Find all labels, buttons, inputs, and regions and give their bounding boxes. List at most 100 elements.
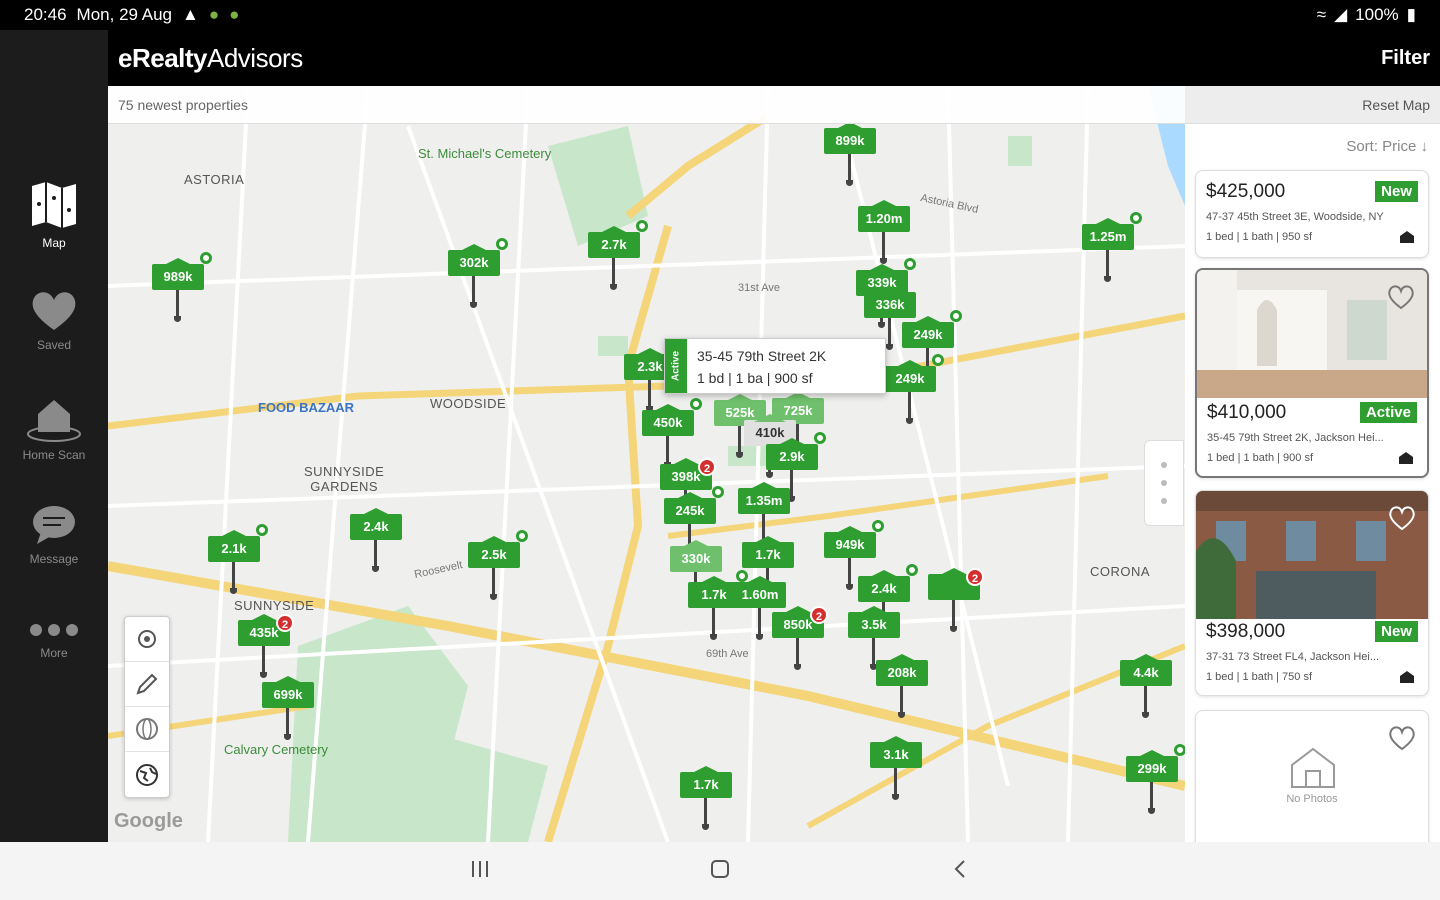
- listing-status: Active: [1359, 402, 1417, 423]
- sidebar-item-label: More: [40, 646, 68, 660]
- app-header: eRealtyAdvisors Filter: [108, 30, 1440, 86]
- map-label-cemetery: St. Michael's Cemetery: [418, 146, 552, 161]
- heart-outline-icon[interactable]: [1388, 725, 1416, 751]
- map-label-woodside: WOODSIDE: [430, 396, 507, 411]
- map-pin[interactable]: 302k: [448, 238, 508, 310]
- home-scan-icon: [27, 400, 81, 442]
- map-label-69th-ave: 69th Ave: [706, 648, 749, 660]
- back-chevron-icon: [954, 859, 965, 878]
- app-logo: eRealtyAdvisors: [118, 42, 303, 73]
- draw-button[interactable]: [125, 662, 169, 707]
- warning-icon: ▲: [182, 5, 199, 24]
- battery-text: 100%: [1355, 5, 1399, 24]
- map-label-calvary: Calvary Cemetery: [224, 742, 329, 757]
- sort-dropdown[interactable]: Sort: Price ↓: [1346, 138, 1428, 155]
- map-pin[interactable]: 208k: [876, 660, 928, 720]
- back-button[interactable]: [949, 858, 971, 885]
- map-icon: [32, 182, 76, 228]
- map-pin[interactable]: 1.7k: [688, 570, 748, 642]
- pencil-icon: [136, 673, 158, 695]
- listing-card[interactable]: $410,000 Active 35-45 79th Street 2K, Ja…: [1195, 268, 1429, 478]
- map-pin[interactable]: 4.4k: [1120, 660, 1172, 720]
- recents-button[interactable]: [469, 859, 491, 884]
- map-tools: [124, 616, 170, 798]
- sidebar-item-more[interactable]: More: [0, 620, 108, 660]
- map-pin[interactable]: 989k: [152, 252, 212, 324]
- map-pin[interactable]: 435k 2: [238, 614, 294, 680]
- wifi-icon: ≈: [1316, 5, 1327, 24]
- listing-address: 47-37 45th Street 3E, Woodside, NY: [1206, 211, 1384, 223]
- map-pin[interactable]: 1.20m: [858, 206, 910, 266]
- property-popup[interactable]: Active 35-45 79th Street 2K 1 bd | 1 ba …: [664, 338, 886, 394]
- sidebar: Map Saved Home Scan Message More: [0, 30, 108, 842]
- map-pin[interactable]: 2.7k: [588, 220, 648, 292]
- listing-price: $425,000: [1206, 181, 1286, 202]
- layers-button[interactable]: [125, 752, 169, 797]
- target-icon: [138, 630, 156, 648]
- sidebar-item-home-scan[interactable]: Home Scan: [0, 396, 108, 462]
- listing-address: 35-45 79th Street 2K, Jackson Hei...: [1207, 432, 1384, 444]
- popup-status: Active: [665, 339, 687, 393]
- heart-outline-icon[interactable]: [1388, 505, 1416, 531]
- map-pin[interactable]: 1.25m: [1082, 212, 1142, 284]
- panel-toggle-handle[interactable]: [1144, 440, 1184, 526]
- results-bar: 75 newest properties Reset Map: [108, 86, 1440, 124]
- listing-card[interactable]: No Photos: [1195, 710, 1429, 842]
- home-button[interactable]: [709, 858, 731, 885]
- sidebar-item-message[interactable]: Message: [0, 504, 108, 566]
- listing-meta: 1 bed | 1 bath | 750 sf: [1206, 671, 1313, 683]
- system-nav-bar: [0, 842, 1440, 900]
- listings-panel: Sort: Price ↓ $425,000 New 47-37 45th St…: [1185, 124, 1440, 842]
- map-pin[interactable]: 2.1k: [208, 524, 268, 596]
- map-label-astoria: ASTORIA: [184, 172, 245, 187]
- popup-details: 1 bd | 1 ba | 900 sf: [697, 370, 813, 386]
- map-view[interactable]: ASTORIA St. Michael's Cemetery WOODSIDE …: [108, 86, 1185, 842]
- map-pin[interactable]: 850k 2: [772, 606, 828, 672]
- recents-icon: [472, 860, 488, 877]
- map-label-sunnyside-gardens: SUNNYSIDE GARDENS: [304, 464, 385, 494]
- map-pin[interactable]: 2.5k: [468, 530, 528, 602]
- map-label-sunnyside: SUNNYSIDE: [234, 598, 315, 613]
- school-button[interactable]: [125, 707, 169, 752]
- battery-icon: ▮: [1406, 5, 1416, 24]
- locate-button[interactable]: [125, 617, 169, 662]
- home-square-icon: [711, 859, 729, 878]
- no-photos-label: No Photos: [1286, 793, 1338, 805]
- results-count: 75 newest properties: [118, 96, 248, 113]
- listing-address: 37-31 73 Street FL4, Jackson Hei...: [1206, 651, 1380, 663]
- map-label-corona: CORONA: [1090, 564, 1151, 579]
- filter-button[interactable]: Filter: [1381, 47, 1430, 70]
- map-pin[interactable]: 299k: [1126, 744, 1185, 816]
- sidebar-item-saved[interactable]: Saved: [0, 288, 108, 352]
- listing-meta: 1 bed | 1 bath | 950 sf: [1206, 231, 1313, 243]
- map-label-31st-ave: 31st Ave: [738, 282, 780, 294]
- sidebar-item-label: Saved: [36, 338, 72, 352]
- heart-icon: [32, 292, 76, 330]
- google-logo: Google: [114, 810, 183, 832]
- globe-icon: [136, 763, 158, 786]
- map-pin[interactable]: 3.1k: [870, 742, 922, 802]
- popup-address: 35-45 79th Street 2K: [697, 348, 827, 364]
- map-pin[interactable]: 899k: [824, 128, 876, 188]
- status-bar: 20:46 Mon, 29 Aug ▲ ● ● ≈ ◢ 100% ▮: [0, 0, 1440, 30]
- message-icon: [33, 506, 75, 544]
- listing-card[interactable]: $425,000 New 47-37 45th Street 3E, Woods…: [1195, 170, 1429, 258]
- map-pin[interactable]: 2.4k: [350, 514, 402, 574]
- map-pin[interactable]: 699k: [262, 682, 314, 742]
- home-scan-icon: [1399, 452, 1413, 464]
- sidebar-item-label: Message: [29, 552, 79, 566]
- sidebar-item-map[interactable]: Map: [0, 180, 108, 250]
- map-label-food-bazaar: FOOD BAZAAR: [258, 400, 355, 415]
- reset-map-button[interactable]: Reset Map: [1362, 97, 1430, 113]
- globe-outline-icon: [136, 718, 158, 740]
- heart-outline-icon[interactable]: [1387, 284, 1415, 310]
- more-icon: [30, 624, 78, 636]
- map-pin[interactable]: 249k: [884, 354, 944, 426]
- listing-card[interactable]: $398,000 New 37-31 73 Street FL4, Jackso…: [1195, 490, 1429, 696]
- home-scan-icon: [1400, 671, 1414, 683]
- map-pin[interactable]: 725k2: [928, 568, 984, 634]
- listing-status: New: [1375, 621, 1418, 642]
- sidebar-item-label: Home Scan: [22, 448, 86, 462]
- map-pin[interactable]: 1.7k: [680, 772, 732, 832]
- listing-status: New: [1375, 181, 1418, 202]
